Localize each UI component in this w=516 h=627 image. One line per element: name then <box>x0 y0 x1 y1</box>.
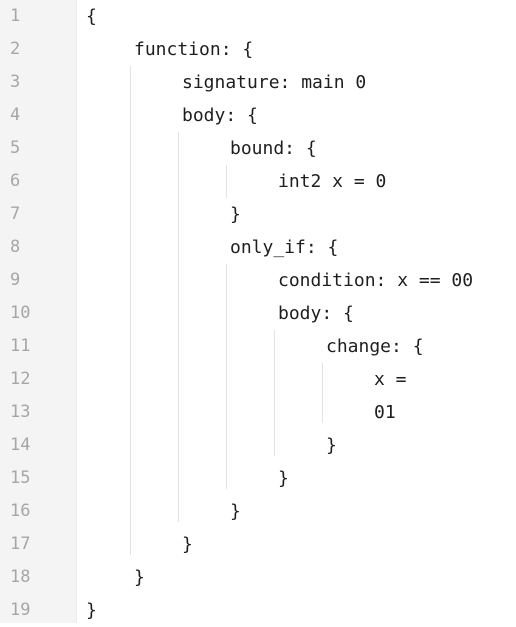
line-number: 12 <box>10 369 31 389</box>
line-number: 1 <box>10 6 21 26</box>
line-number: 3 <box>10 72 21 92</box>
line-number: 9 <box>10 270 21 290</box>
line-number: 16 <box>10 501 31 521</box>
line-number: 2 <box>10 39 21 59</box>
code-line: change: { <box>326 336 424 357</box>
line-number: 14 <box>10 435 31 455</box>
code-line: bound: { <box>230 138 317 159</box>
code-line: signature: main 0 <box>182 72 367 93</box>
code-line: } <box>182 534 193 555</box>
code-line: body: { <box>182 105 258 126</box>
code-editor[interactable]: 1 2 3 4 5 6 7 8 9 10 11 12 13 14 15 16 1… <box>0 0 516 623</box>
code-area[interactable]: { function: { signature: main 0 body: { … <box>76 0 516 623</box>
code-line: } <box>326 435 337 456</box>
line-number: 6 <box>10 171 21 191</box>
line-number: 13 <box>10 402 31 422</box>
code-line: body: { <box>278 303 354 324</box>
indent-guide <box>322 363 323 423</box>
line-number: 10 <box>10 303 31 323</box>
line-number: 17 <box>10 534 31 554</box>
line-number: 4 <box>10 105 21 125</box>
code-line: only_if: { <box>230 237 339 258</box>
code-line: condition: x == 00 <box>278 270 474 291</box>
code-line: } <box>86 600 97 621</box>
code-line: } <box>134 567 145 588</box>
line-number: 15 <box>10 468 31 488</box>
code-line: 01 <box>374 402 396 423</box>
line-number: 5 <box>10 138 21 158</box>
line-number: 11 <box>10 336 31 356</box>
code-line: function: { <box>134 39 254 60</box>
code-line: int2 x = 0 <box>278 171 387 192</box>
code-line: } <box>230 204 241 225</box>
indent-guide <box>226 264 227 489</box>
line-number-gutter: 1 2 3 4 5 6 7 8 9 10 11 12 13 14 15 16 1… <box>0 0 77 623</box>
line-number: 7 <box>10 204 21 224</box>
code-line: x = <box>374 369 407 390</box>
line-number: 8 <box>10 237 21 257</box>
code-line: } <box>230 501 241 522</box>
line-number: 18 <box>10 567 31 587</box>
line-number: 19 <box>10 600 31 620</box>
indent-guide <box>226 165 227 198</box>
indent-guide <box>178 132 179 522</box>
code-line: } <box>278 468 289 489</box>
indent-guide <box>274 330 275 456</box>
code-line: { <box>86 6 97 27</box>
indent-guide <box>130 66 131 555</box>
